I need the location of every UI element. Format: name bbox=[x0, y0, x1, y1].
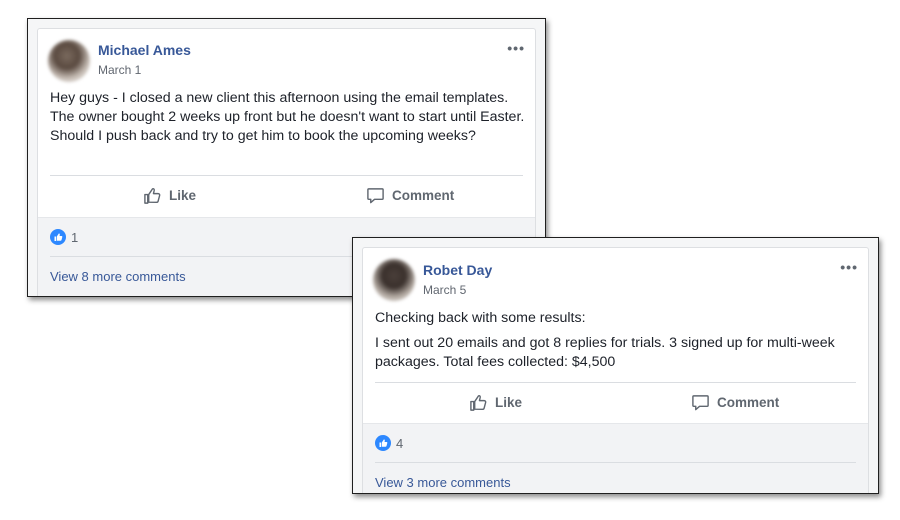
divider bbox=[375, 382, 856, 383]
post-date[interactable]: March 5 bbox=[423, 283, 466, 297]
avatar[interactable] bbox=[373, 259, 415, 301]
like-reaction-icon bbox=[375, 435, 391, 451]
post-card-robet: Robet Day March 5 ••• Checking back with… bbox=[352, 237, 879, 494]
like-reaction-icon bbox=[50, 229, 66, 245]
post-paragraph: Hey guys - I closed a new client this af… bbox=[50, 90, 525, 144]
thumbs-up-icon bbox=[470, 395, 487, 411]
avatar[interactable] bbox=[48, 40, 90, 82]
comment-icon bbox=[692, 395, 709, 411]
author-name[interactable]: Robet Day bbox=[423, 262, 492, 278]
more-options-icon[interactable]: ••• bbox=[507, 41, 525, 55]
thumbs-up-icon bbox=[144, 188, 161, 204]
post-paragraph: Checking back with some results: bbox=[375, 310, 586, 326]
comment-button[interactable]: Comment bbox=[691, 393, 779, 412]
reaction-count: 1 bbox=[71, 229, 79, 245]
divider bbox=[50, 175, 523, 176]
comment-label: Comment bbox=[392, 188, 455, 203]
like-button[interactable]: Like bbox=[143, 186, 196, 205]
post-text: Checking back with some results: I sent … bbox=[375, 309, 845, 372]
divider bbox=[375, 462, 856, 463]
more-options-icon[interactable]: ••• bbox=[840, 260, 858, 274]
post-body: Robet Day March 5 ••• Checking back with… bbox=[362, 247, 869, 493]
post-text: Hey guys - I closed a new client this af… bbox=[50, 89, 535, 146]
reaction-count: 4 bbox=[396, 435, 404, 451]
like-label: Like bbox=[495, 395, 523, 410]
view-more-comments-link[interactable]: View 8 more comments bbox=[50, 269, 186, 284]
reaction-summary[interactable]: 4 bbox=[375, 435, 403, 451]
comment-icon bbox=[367, 188, 384, 204]
post-footer: 4 View 3 more comments bbox=[363, 423, 868, 493]
post-paragraph: I sent out 20 emails and got 8 replies f… bbox=[375, 335, 835, 370]
like-button[interactable]: Like bbox=[469, 393, 522, 412]
reaction-summary[interactable]: 1 bbox=[50, 229, 78, 245]
comment-button[interactable]: Comment bbox=[366, 186, 454, 205]
post-date[interactable]: March 1 bbox=[98, 63, 141, 77]
author-name[interactable]: Michael Ames bbox=[98, 42, 191, 58]
like-label: Like bbox=[169, 188, 197, 203]
comment-label: Comment bbox=[717, 395, 780, 410]
view-more-comments-link[interactable]: View 3 more comments bbox=[375, 475, 511, 490]
